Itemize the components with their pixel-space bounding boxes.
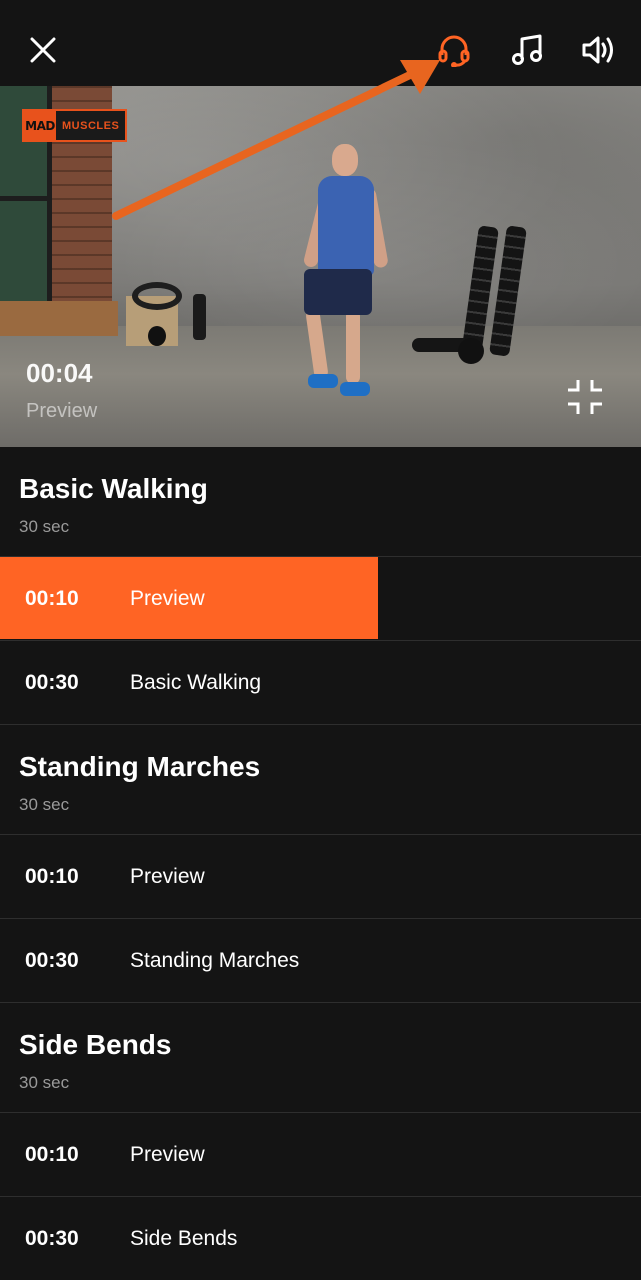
exercise-step-row[interactable]: 00:30 Side Bends bbox=[0, 1197, 641, 1280]
exercise-step-row[interactable]: 00:10 Preview bbox=[0, 1113, 641, 1197]
section-duration: 30 sec bbox=[19, 795, 70, 814]
video-trainer bbox=[296, 144, 389, 404]
step-label: Preview bbox=[130, 1143, 205, 1166]
brand-logo: MAD MUSCLES bbox=[22, 109, 128, 142]
step-label: Basic Walking bbox=[130, 671, 262, 694]
step-time: 00:30 bbox=[25, 1227, 79, 1250]
exercise-step-row[interactable]: 00:10 Preview bbox=[0, 557, 641, 641]
video-rope bbox=[132, 282, 182, 310]
exercise-list: Basic Walking 30 sec 00:10 Preview 00:30 Basi… bbox=[0, 447, 641, 1280]
step-time: 00:10 bbox=[25, 1143, 79, 1166]
coach-voice-button[interactable] bbox=[430, 26, 478, 74]
speaker-icon bbox=[582, 36, 613, 64]
step-label: Standing Marches bbox=[130, 949, 300, 972]
exit-fullscreen-icon bbox=[568, 380, 602, 414]
section-header: Standing Marches 30 sec bbox=[0, 725, 641, 835]
section-header: Side Bends 30 sec bbox=[0, 1003, 641, 1113]
video-medicine-ball bbox=[458, 338, 484, 364]
video-dumbbell-rack bbox=[461, 225, 528, 357]
section-duration: 30 sec bbox=[19, 1073, 70, 1092]
section-duration: 30 sec bbox=[19, 517, 70, 536]
video-player[interactable]: MAD MUSCLES 00:04 Preview bbox=[0, 86, 641, 447]
step-label: Preview bbox=[130, 587, 205, 610]
exercise-step-row[interactable]: 00:30 Basic Walking bbox=[0, 641, 641, 725]
video-foam-roller bbox=[193, 294, 206, 340]
step-time: 00:30 bbox=[25, 671, 79, 694]
section-title: Standing Marches bbox=[19, 751, 261, 782]
exercise-step-row[interactable]: 00:10 Preview bbox=[0, 835, 641, 919]
logo-muscles-text: MUSCLES bbox=[62, 119, 120, 132]
video-caption: Preview bbox=[26, 400, 98, 422]
music-button[interactable] bbox=[503, 26, 551, 74]
music-note-icon bbox=[512, 34, 542, 65]
step-time: 00:10 bbox=[25, 865, 79, 888]
logo-mad-text: MAD bbox=[24, 111, 56, 140]
video-elapsed-time: 00:04 bbox=[26, 358, 93, 388]
exercise-step-row[interactable]: 00:30 Standing Marches bbox=[0, 919, 641, 1003]
step-label: Preview bbox=[130, 865, 205, 888]
section-header: Basic Walking 30 sec bbox=[0, 447, 641, 557]
step-time: 00:10 bbox=[25, 587, 79, 610]
step-time: 00:30 bbox=[25, 949, 79, 972]
top-bar bbox=[0, 0, 641, 86]
step-label: Side Bends bbox=[130, 1227, 238, 1250]
exit-fullscreen-button[interactable] bbox=[562, 374, 608, 420]
headset-icon bbox=[438, 35, 470, 67]
sound-button[interactable] bbox=[575, 26, 623, 74]
close-button[interactable] bbox=[19, 26, 67, 74]
video-bench bbox=[0, 301, 118, 336]
section-title: Basic Walking bbox=[19, 473, 208, 504]
section-title: Side Bends bbox=[19, 1029, 172, 1060]
video-kettlebell bbox=[148, 326, 166, 346]
close-icon bbox=[30, 37, 56, 63]
